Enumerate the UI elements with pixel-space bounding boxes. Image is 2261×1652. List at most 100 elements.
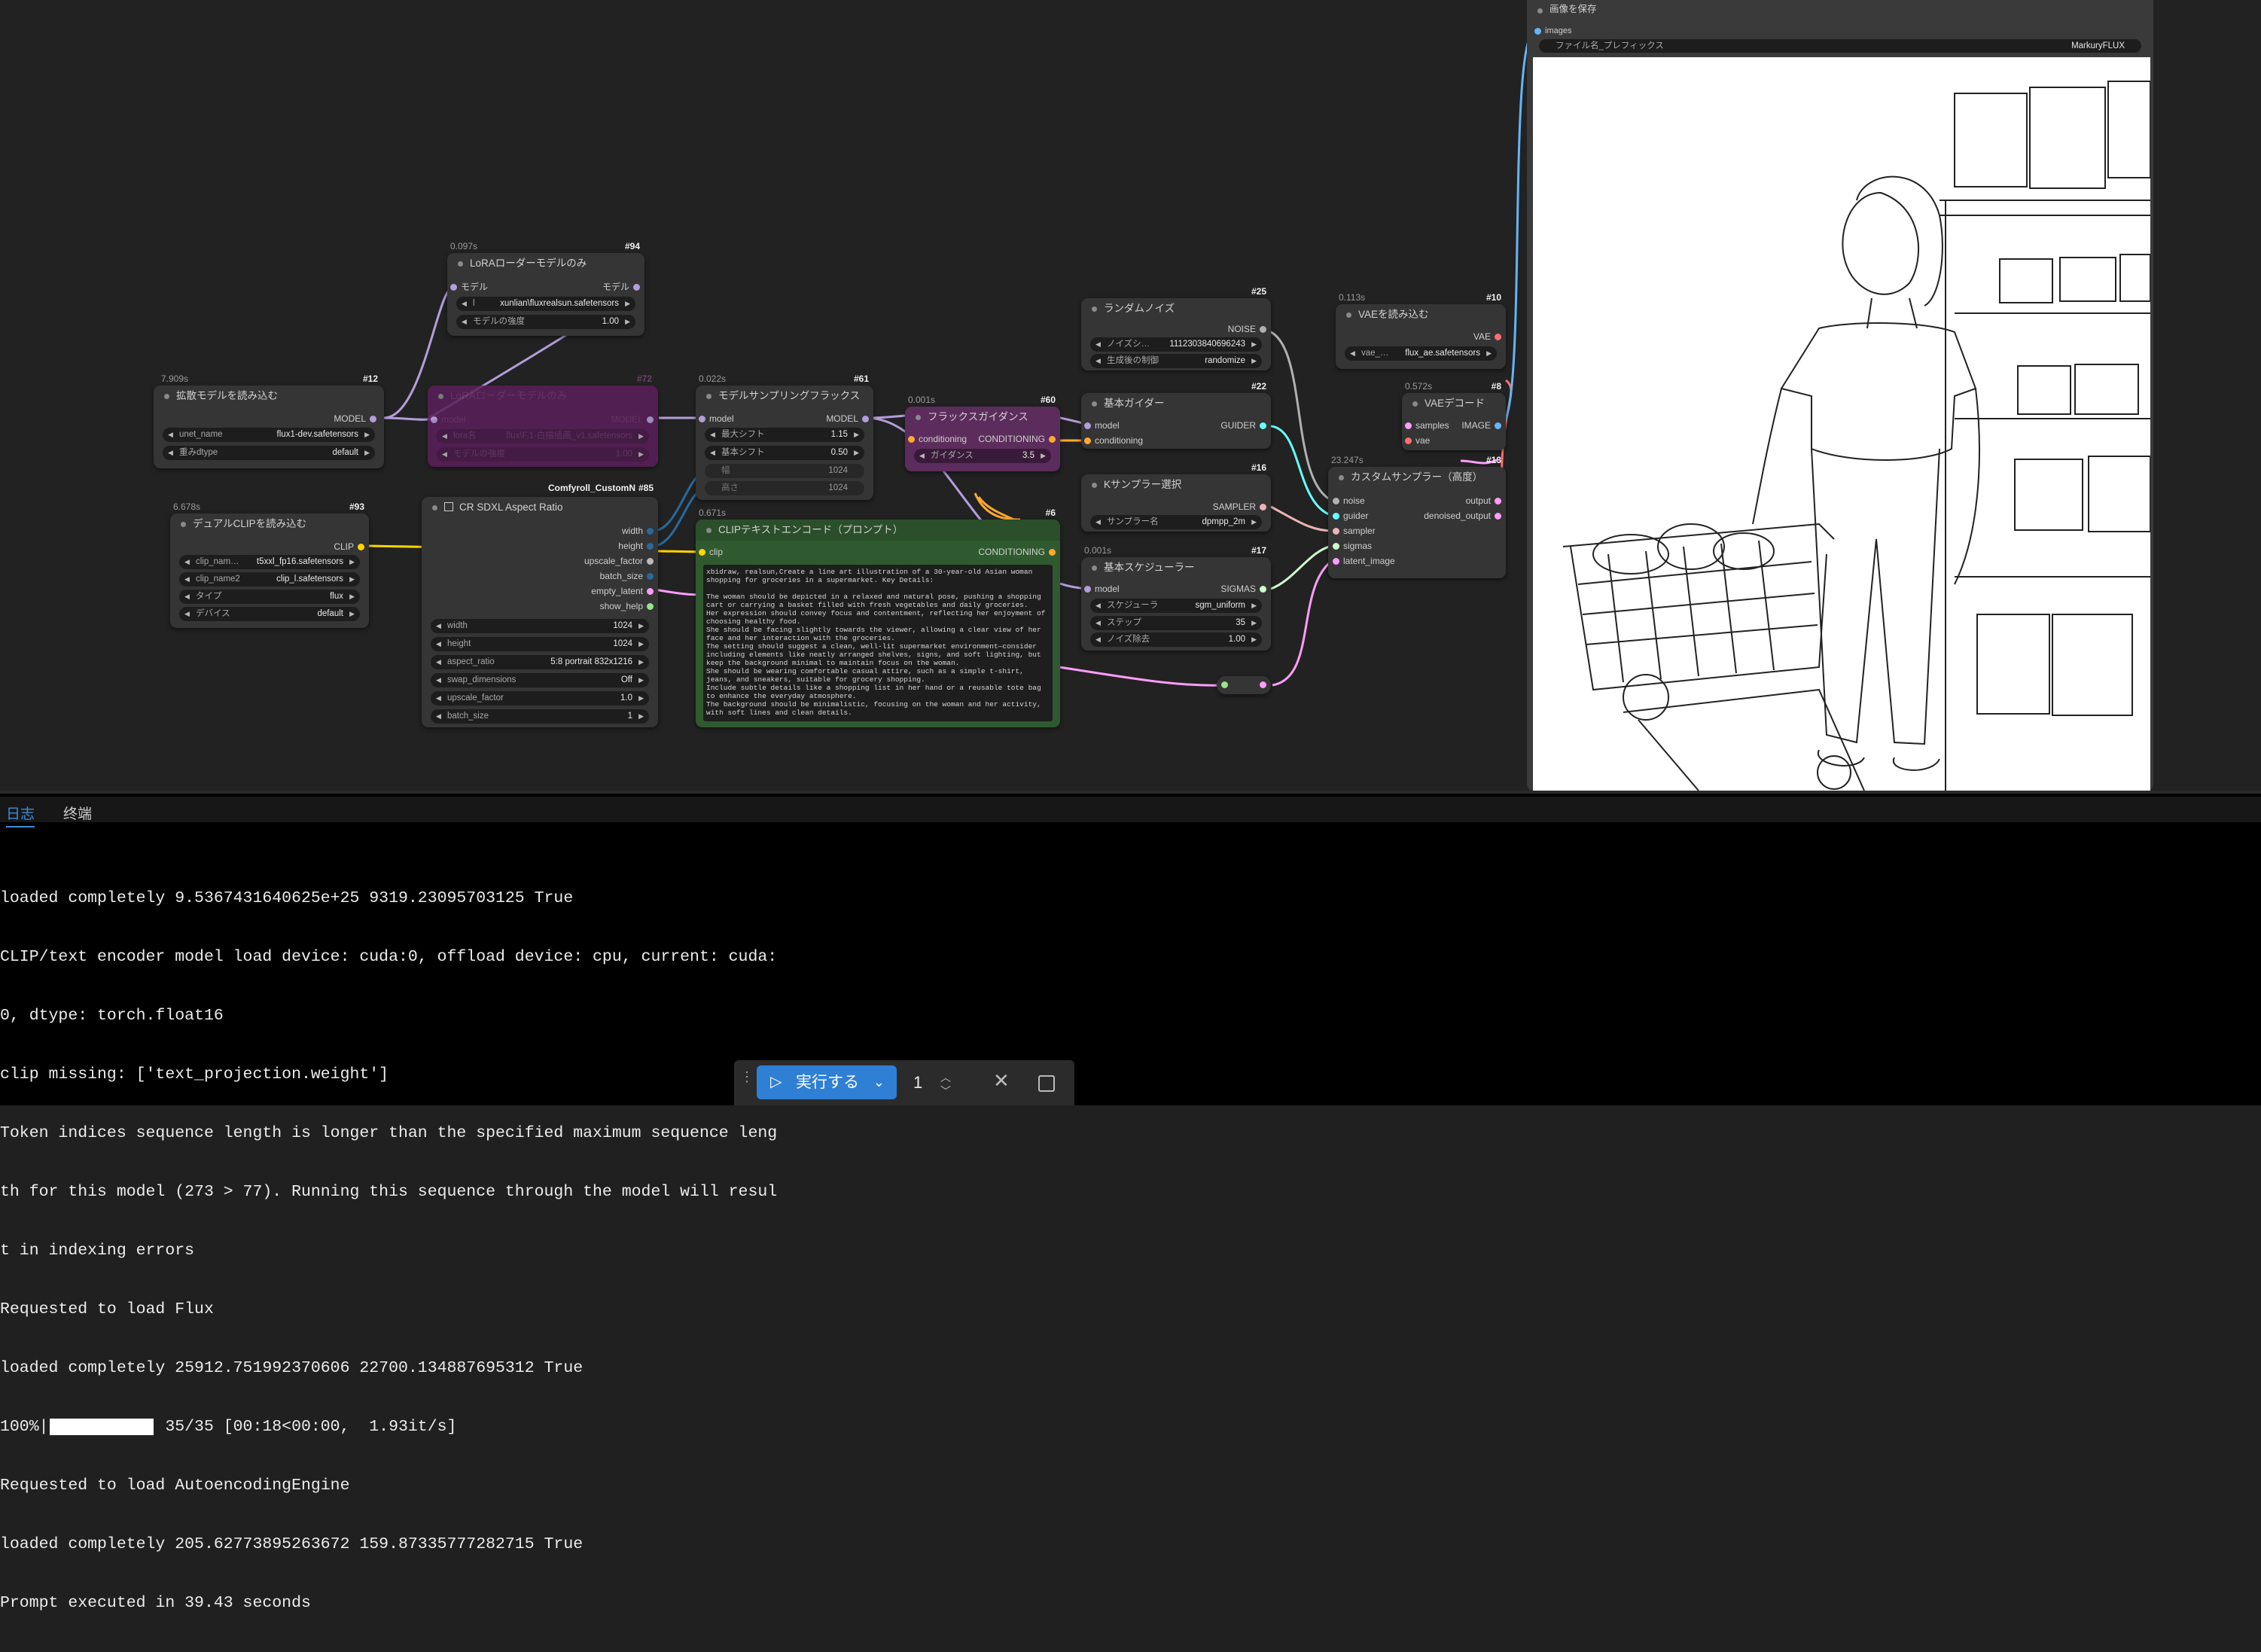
widget-device[interactable]: デバイス default [179,607,360,621]
widget-denoise[interactable]: ノイズ除去 1.00 [1090,632,1262,647]
slot-dot[interactable] [1333,528,1339,535]
input-model[interactable]: モデル [450,280,488,294]
node-lora-loader[interactable]: 0.097s #94 LoRAローダーモデルのみ モデル モデル l xunlia… [447,241,644,336]
slot-dot[interactable] [1049,549,1056,556]
slot-dot[interactable] [647,416,654,423]
output-noise[interactable]: NOISE [1228,322,1266,336]
slot-dot[interactable] [358,544,364,550]
widget-steps[interactable]: ステップ 35 [1090,616,1262,630]
node-model-sampling-flux[interactable]: 0.022s #61 モデルサンプリングフラックス model MODEL 最大… [696,373,873,500]
output-empty-latent[interactable]: empty_latent [591,584,654,598]
widget-aspect-ratio[interactable]: aspect_ratio 5:8 portrait 832x1216 [431,655,649,669]
slot-dot[interactable] [647,573,654,580]
slot-dot[interactable] [1495,498,1501,504]
reroute-in-dot[interactable] [1221,681,1228,688]
slot-dot[interactable] [862,416,869,422]
widget-upscale-factor[interactable]: upscale_factor 1.0 [431,691,649,706]
slot-dot[interactable] [699,416,705,422]
input-model[interactable]: model [431,413,466,426]
input-sigmas[interactable]: sigmas [1333,539,1372,553]
input-clip[interactable]: clip [699,545,723,559]
tab-terminal[interactable]: 终端 [63,803,92,823]
node-vae-decode[interactable]: 0.572s #8 VAEデコード samples vae IMAGE [1402,381,1506,450]
output-output[interactable]: output [1466,494,1501,507]
slot-dot[interactable] [1049,436,1056,443]
node-custom-sampler-advanced[interactable]: 23.247s #13 カスタムサンプラー（高度） noise guider s… [1328,455,1506,578]
slot-dot[interactable] [1495,334,1501,340]
output-conditioning[interactable]: CONDITIONING [978,545,1056,559]
node-vae-loader[interactable]: 0.113s #10 VAEを読み込む VAE vae_… flux_ae.saf… [1336,292,1506,369]
input-images[interactable]: images [1534,24,1571,38]
node-canvas[interactable]: 7.909s #12 拡散モデルを読み込む MODEL unet_nameflu… [0,0,2261,791]
node-basic-guider[interactable]: #22 基本ガイダー model conditioning GUIDER [1081,381,1271,449]
checkbox-icon[interactable] [444,502,453,511]
widget-swap-dimensions[interactable]: swap_dimensions Off [431,673,649,687]
slot-dot[interactable] [370,416,376,422]
input-model[interactable]: model [1084,419,1120,432]
output-guider[interactable]: GUIDER [1220,419,1266,432]
widget-lora-name[interactable]: l xunlian\fluxrealsun.safetensors [456,297,635,311]
widget-scheduler[interactable]: スケジューラ sgm_uniform [1090,599,1262,613]
node-unet-loader[interactable]: 7.909s #12 拡散モデルを読み込む MODEL unet_name flu… [154,373,384,468]
output-image-preview[interactable] [1533,57,2150,791]
output-sigmas[interactable]: SIGMAS [1220,582,1266,596]
slot-dot[interactable] [908,436,915,443]
slot-dot[interactable] [1084,437,1091,444]
node-ksampler-select[interactable]: #16 Kサンプラー選択 SAMPLER サンプラー名 dpmpp_2m [1081,462,1271,532]
node-dual-clip-loader[interactable]: 6.678s #93 デュアルCLIPを読み込む CLIP clip_nam… t… [170,501,369,628]
widget-vae-name[interactable]: vae_… flux_ae.safetensors [1345,346,1497,361]
input-sampler[interactable]: sampler [1333,524,1376,538]
slot-dot[interactable] [1333,558,1339,565]
slot-dot[interactable] [633,284,640,291]
tab-log[interactable]: 日志 [6,803,35,828]
slot-dot[interactable] [1260,326,1266,333]
log-output[interactable]: loaded completely 9.5367431640625e+25 93… [0,849,777,1652]
input-noise[interactable]: noise [1333,494,1365,507]
output-model[interactable]: MODEL [334,412,376,425]
output-model[interactable]: MODEL [611,413,654,426]
widget-batch-size[interactable]: batch_size 1 [431,709,649,724]
widget-model-strength[interactable]: モデルの強度 1.00 [437,447,649,462]
output-model[interactable]: MODEL [826,412,869,425]
widget-base-shift[interactable]: 基本シフト 0.50 [705,446,864,460]
widget-width[interactable]: width 1024 [431,619,649,633]
node-flux-guidance[interactable]: 0.001s #60 フラックスガイダンス conditioning CONDI… [905,395,1060,471]
widget-sampler-name[interactable]: サンプラー名 dpmpp_2m [1090,515,1262,529]
widget-guidance[interactable]: ガイダンス 3.5 [914,449,1051,463]
slot-dot[interactable] [1260,586,1266,593]
slot-dot[interactable] [647,603,654,610]
node-cr-sdxl-aspect-ratio[interactable]: Comfyroll_CustomN #85 CR SDXL Aspect Rat… [422,483,658,727]
output-denoised-output[interactable]: denoised_output [1424,509,1501,523]
widget-clip-name1[interactable]: clip_nam… t5xxl_fp16.safetensors [179,555,360,569]
widget-noise-seed[interactable]: ノイズシ… 1112303840696243 [1090,337,1262,352]
output-height[interactable]: height [618,539,654,553]
output-model[interactable]: モデル [602,280,640,294]
close-icon[interactable]: ✕ [993,1069,1010,1093]
prompt-textarea[interactable]: xbidraw, realsun,Create a line art illus… [703,565,1053,721]
slot-dot[interactable] [1333,513,1339,520]
slot-dot[interactable] [1084,422,1091,429]
widget-weight-dtype[interactable]: 重みdtype default [163,446,375,460]
slot-dot[interactable] [1495,513,1501,520]
slot-dot[interactable] [1405,437,1412,444]
slot-dot[interactable] [1260,504,1266,511]
slot-dot[interactable] [1084,586,1091,593]
widget-model-strength[interactable]: モデルの強度 1.00 [456,315,635,329]
slot-dot[interactable] [1495,422,1501,429]
node-lora-loader-bypassed[interactable]: #72 LoRAローダーモデルのみ model MODEL lora名 flux\… [428,373,658,467]
chevron-down-icon[interactable]: ⌄ [873,1065,885,1099]
input-model[interactable]: model [699,412,734,425]
stop-square-icon[interactable] [1038,1075,1055,1092]
slot-dot[interactable] [1333,498,1339,504]
slot-dot[interactable] [647,588,654,595]
input-conditioning[interactable]: conditioning [1084,434,1143,447]
slot-dot[interactable] [1333,543,1339,550]
widget-height[interactable]: height 1024 [431,637,649,651]
slot-dot[interactable] [647,528,654,535]
output-conditioning[interactable]: CONDITIONING [978,432,1056,446]
slot-dot[interactable] [1534,28,1541,35]
node-save-image[interactable]: 画像を保存 images ファイル名_プレフィックス MarkuryFLUX [1527,0,2153,791]
output-width[interactable]: width [622,524,654,538]
slot-dot[interactable] [431,416,437,423]
widget-max-shift[interactable]: 最大シフト 1.15 [705,428,864,442]
